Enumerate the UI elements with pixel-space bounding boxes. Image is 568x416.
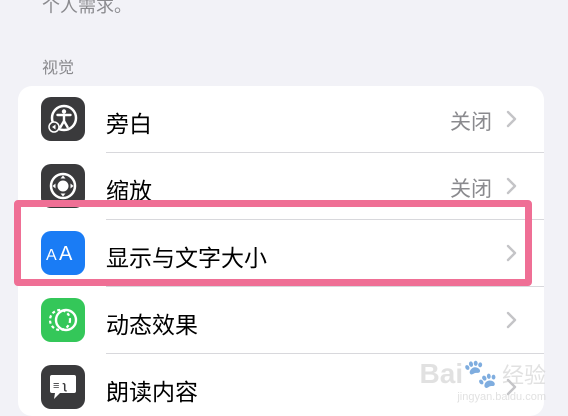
section-header-vision: 视觉 [42,58,75,77]
svg-text:ʅ: ʅ [62,380,67,392]
baidu-jingyan-watermark: Bai🐾 经验 jingyan.baidu.com [419,358,546,403]
motion-icon [41,298,85,342]
spoken-content-icon: ≡ ʅ [41,365,85,409]
spoken-content-label: 朗读内容 [106,380,198,406]
intro-text: 个人需求。 [42,0,132,17]
voiceover-icon [41,97,85,141]
highlight-box [14,200,532,286]
zoom-status: 关闭 [450,177,492,201]
chevron-right-icon [506,311,517,329]
chevron-right-icon [506,177,517,195]
motion-label: 动态效果 [106,313,198,339]
voiceover-status: 关闭 [450,110,492,134]
voiceover-label: 旁白 [106,112,152,138]
voiceover-row[interactable]: 旁白 关闭 [18,86,544,152]
svg-text:≡: ≡ [53,380,59,392]
chevron-right-icon [506,110,517,128]
motion-row[interactable]: 动态效果 [18,287,544,353]
